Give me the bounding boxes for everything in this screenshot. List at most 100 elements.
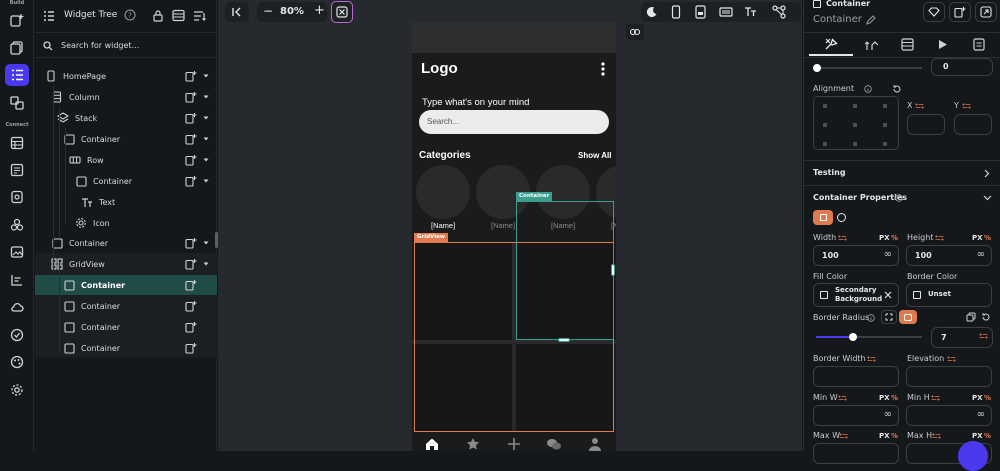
widget-search-input[interactable]: Search for widget... <box>61 41 139 50</box>
max-width-input[interactable] <box>813 443 899 464</box>
reset-icon[interactable] <box>981 312 991 322</box>
border-radius-slider-thumb[interactable] <box>849 333 858 341</box>
add-child-icon[interactable] <box>185 91 197 103</box>
media-icon[interactable] <box>5 241 29 263</box>
variable-icon[interactable] <box>915 103 924 109</box>
variable-icon[interactable] <box>962 103 971 109</box>
add-child-icon[interactable] <box>185 342 197 354</box>
profile-icon[interactable] <box>589 437 601 451</box>
tree-node[interactable]: Text <box>35 192 217 212</box>
add-child-icon[interactable] <box>185 133 197 145</box>
variable-icon[interactable] <box>947 356 956 362</box>
tablet-icon[interactable] <box>695 5 706 19</box>
zoom-out-button[interactable]: − <box>263 4 273 18</box>
tree-node[interactable]: Row <box>35 150 217 170</box>
tree-node[interactable]: Container <box>35 338 217 358</box>
test-icon[interactable] <box>5 324 29 346</box>
chevron-down-icon[interactable] <box>983 195 992 201</box>
tree-node[interactable]: Container <box>35 275 217 295</box>
radius-individual-button[interactable] <box>881 310 897 324</box>
add-child-icon[interactable] <box>185 154 197 166</box>
integrations-icon[interactable] <box>5 214 29 236</box>
storage-icon[interactable] <box>5 186 29 208</box>
api-icon[interactable] <box>5 159 29 181</box>
chevron-down-icon[interactable] <box>203 158 209 162</box>
tree-node[interactable]: Column <box>35 87 217 107</box>
chevron-down-icon[interactable] <box>203 262 209 266</box>
add-child-icon[interactable] <box>185 112 197 124</box>
variable-icon[interactable] <box>931 395 940 401</box>
height-infinity-toggle[interactable]: ∞ <box>977 249 985 260</box>
sort-icon[interactable] <box>193 10 207 22</box>
tree-node[interactable]: GridView <box>35 254 217 274</box>
resize-handle-bottom[interactable] <box>558 338 570 342</box>
tree-node[interactable]: Container <box>35 296 217 316</box>
add-child-icon[interactable] <box>185 300 197 312</box>
flow-icon[interactable] <box>772 5 786 19</box>
height-unit-percent[interactable]: % <box>984 234 991 242</box>
chevron-down-icon[interactable] <box>203 95 209 99</box>
theme-icon[interactable] <box>5 351 29 373</box>
min-height-infinity-toggle[interactable]: ∞ <box>977 409 985 420</box>
min-width-input[interactable]: ∞ <box>813 405 899 426</box>
fill-color-picker[interactable]: Secondary Background <box>813 283 899 307</box>
zoom-in-button[interactable]: + <box>314 3 325 18</box>
more-vertical-icon[interactable] <box>601 62 605 76</box>
y-input[interactable] <box>954 114 992 135</box>
resize-handle-right[interactable] <box>611 264 615 276</box>
layout-icon[interactable] <box>172 9 185 22</box>
width-unit-percent[interactable]: % <box>891 234 898 242</box>
variable-icon[interactable] <box>838 235 847 241</box>
max-height-unit-px[interactable]: PX <box>972 432 983 440</box>
desktop-icon[interactable] <box>719 6 733 18</box>
add-child-icon[interactable] <box>185 70 197 82</box>
add-child-button[interactable] <box>949 2 971 22</box>
opacity-input[interactable]: 0 <box>931 58 993 76</box>
star-icon[interactable] <box>466 437 480 451</box>
chevron-down-icon[interactable] <box>203 74 209 78</box>
variable-icon[interactable] <box>932 433 941 439</box>
diamond-button[interactable] <box>923 2 945 22</box>
plus-icon[interactable] <box>507 437 521 451</box>
alignment-dot[interactable] <box>823 104 827 108</box>
opacity-slider-thumb[interactable] <box>813 64 821 72</box>
variable-icon[interactable] <box>838 395 847 401</box>
tab-properties[interactable] <box>809 33 853 56</box>
info-icon[interactable] <box>895 194 903 202</box>
variable-icon[interactable] <box>839 433 848 439</box>
cloud-icon[interactable] <box>5 296 29 318</box>
alignment-dot[interactable] <box>823 142 827 146</box>
add-child-icon[interactable] <box>185 279 197 291</box>
chat-icon[interactable] <box>546 437 562 451</box>
tree-node[interactable]: Container <box>35 317 217 337</box>
wrap-widget-button[interactable] <box>975 2 997 22</box>
min-height-input[interactable]: ∞ <box>906 405 992 426</box>
tab-backend-query[interactable] <box>889 33 925 56</box>
add-child-icon[interactable] <box>185 258 197 270</box>
add-child-icon[interactable] <box>185 321 197 333</box>
tree-node[interactable]: Icon <box>35 213 217 233</box>
max-height-unit-percent[interactable]: % <box>984 432 991 440</box>
max-width-unit-px[interactable]: PX <box>879 432 890 440</box>
tree-node[interactable]: Container <box>35 171 217 191</box>
widget-tree-icon[interactable] <box>5 64 29 86</box>
alignment-dot[interactable] <box>883 104 887 108</box>
min-width-unit-px[interactable]: PX <box>879 394 890 402</box>
widget-name[interactable]: Container <box>813 14 862 25</box>
clear-icon[interactable] <box>884 291 892 299</box>
max-width-unit-percent[interactable]: % <box>891 432 898 440</box>
height-unit-px[interactable]: PX <box>972 234 983 242</box>
min-height-unit-px[interactable]: PX <box>972 394 983 402</box>
elevation-input[interactable] <box>906 366 992 387</box>
collapse-panel-button[interactable] <box>225 2 249 22</box>
border-color-picker[interactable]: Unset <box>906 283 992 307</box>
min-width-unit-percent[interactable]: % <box>891 394 898 402</box>
copy-icon[interactable] <box>966 312 976 322</box>
text-scale-icon[interactable] <box>744 6 757 18</box>
alignment-dot[interactable] <box>883 142 887 146</box>
home-icon[interactable] <box>425 437 439 451</box>
show-all-link[interactable]: Show All <box>578 151 611 160</box>
chevron-down-icon[interactable] <box>203 137 209 141</box>
help-icon[interactable]: ? <box>124 9 136 21</box>
settings-icon[interactable] <box>5 379 29 401</box>
